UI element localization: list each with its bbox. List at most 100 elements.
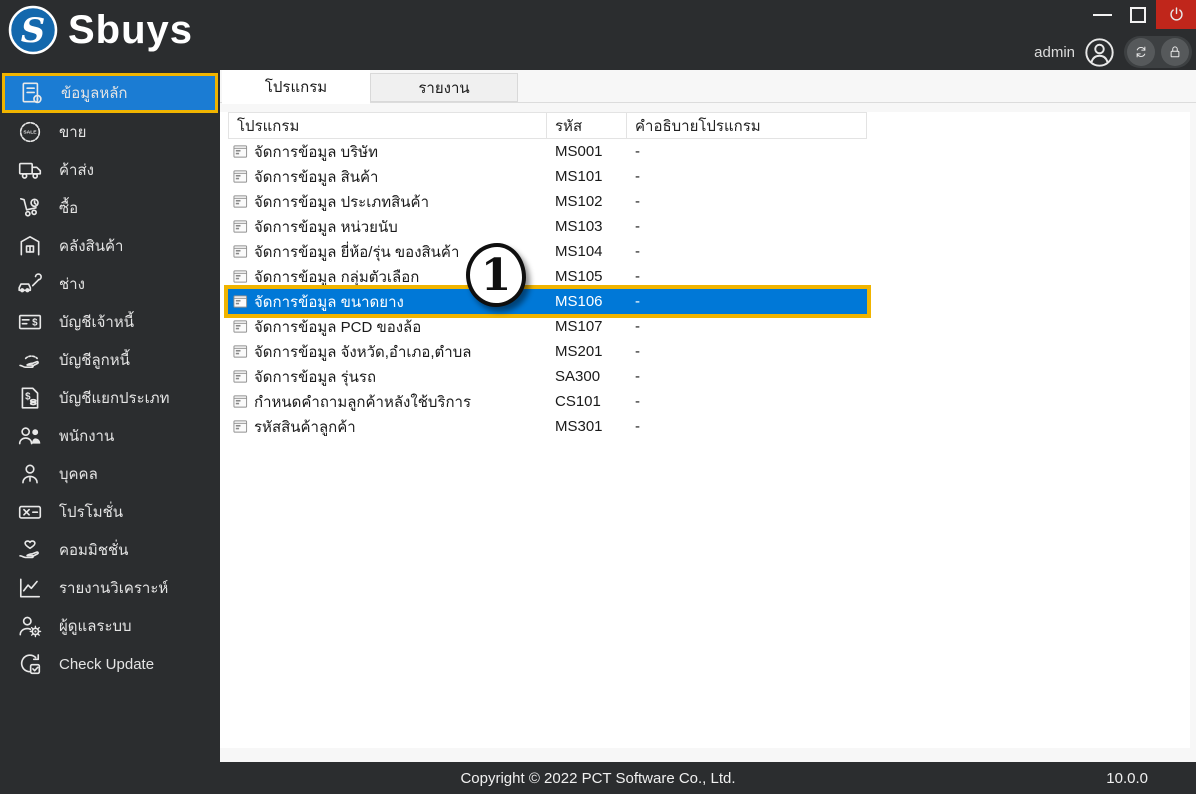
tab[interactable]: โปรแกรม — [222, 70, 370, 104]
power-button[interactable] — [1156, 0, 1196, 29]
table-row[interactable]: รหัสสินค้าลูกค้า MS301 - — [228, 414, 867, 439]
program-name: จัดการข้อมูล ยี่ห้อ/รุ่น ของสินค้า — [254, 243, 460, 261]
sidebar-item[interactable]: ผู้ดูแลระบบ — [0, 607, 220, 645]
sidebar-item-label: คอมมิชชั่น — [59, 542, 129, 559]
receivable-hand-icon — [17, 347, 43, 373]
session-buttons — [1124, 36, 1192, 68]
program-code-cell: MS106 — [547, 289, 627, 314]
tab-label: รายงาน — [418, 79, 470, 97]
table-row[interactable]: จัดการข้อมูล หน่วยนับ MS103 - — [228, 214, 867, 239]
program-desc-cell: - — [627, 139, 867, 164]
lock-button[interactable] — [1161, 38, 1189, 66]
program-name: จัดการข้อมูล ขนาดยาง — [254, 293, 404, 311]
program-doc-icon — [233, 294, 248, 309]
table-row[interactable]: จัดการข้อมูล จังหวัด,อำเภอ,ตำบล MS201 - — [228, 339, 867, 364]
promotion-ticket-icon — [17, 499, 43, 525]
program-desc-cell: - — [627, 214, 867, 239]
refresh-icon — [1133, 44, 1149, 60]
maximize-button[interactable] — [1120, 0, 1156, 30]
sidebar-item-label: ขาย — [59, 124, 87, 141]
program-code-cell: MS104 — [547, 239, 627, 264]
sidebar-item[interactable]: Check Update — [0, 645, 220, 683]
program-doc-icon — [233, 419, 248, 434]
sidebar: ข้อมูลหลัก ขาย ค้าส่ง ซื้อ คลังสินค้า ช่… — [0, 70, 220, 762]
program-code-cell: MS105 — [547, 264, 627, 289]
program-name-cell: จัดการข้อมูล PCD ของล้อ — [228, 314, 547, 339]
program-code-cell: MS107 — [547, 314, 627, 339]
table-row[interactable]: จัดการข้อมูล สินค้า MS101 - — [228, 164, 867, 189]
tab[interactable]: รายงาน — [370, 73, 518, 102]
program-desc-cell: - — [627, 264, 867, 289]
commission-hand-heart-icon — [17, 537, 43, 563]
table-row[interactable]: จัดการข้อมูล รุ่นรถ SA300 - — [228, 364, 867, 389]
program-name-cell: จัดการข้อมูล รุ่นรถ — [228, 364, 547, 389]
program-name-cell: จัดการข้อมูล ประเภทสินค้า — [228, 189, 547, 214]
maximize-icon — [1130, 7, 1146, 23]
minimize-button[interactable] — [1084, 0, 1120, 30]
sidebar-item[interactable]: คอมมิชชั่น — [0, 531, 220, 569]
copyright-text: Copyright © 2022 PCT Software Co., Ltd. — [460, 769, 736, 787]
sidebar-item[interactable]: บัญชีแยกประเภท — [0, 379, 220, 417]
table-row[interactable]: จัดการข้อมูล ยี่ห้อ/รุ่น ของสินค้า MS104… — [228, 239, 867, 264]
sidebar-item-label: ค้าส่ง — [59, 162, 94, 179]
program-code-cell: MS102 — [547, 189, 627, 214]
sidebar-item[interactable]: คลังสินค้า — [0, 227, 220, 265]
sidebar-item[interactable]: ช่าง — [0, 265, 220, 303]
refresh-button[interactable] — [1127, 38, 1155, 66]
program-desc: - — [635, 393, 640, 410]
program-desc: - — [635, 243, 640, 260]
user-avatar-button[interactable] — [1084, 37, 1115, 68]
program-doc-icon — [233, 369, 248, 384]
sidebar-item[interactable]: ข้อมูลหลัก — [2, 73, 218, 113]
sidebar-item[interactable]: ขาย — [0, 113, 220, 151]
program-name-cell: จัดการข้อมูล สินค้า — [228, 164, 547, 189]
table-row[interactable]: จัดการข้อมูล ขนาดยาง MS106 - — [224, 285, 871, 318]
ledger-doc-icon — [17, 385, 43, 411]
sidebar-item-label: ข้อมูลหลัก — [61, 85, 128, 102]
sidebar-item[interactable]: รายงานวิเคราะห์ — [0, 569, 220, 607]
sidebar-item[interactable]: ซื้อ — [0, 189, 220, 227]
table-row[interactable]: จัดการข้อมูล กลุ่มตัวเลือก MS105 - — [228, 264, 867, 289]
program-doc-icon — [233, 344, 248, 359]
sidebar-item[interactable]: ค้าส่ง — [0, 151, 220, 189]
table-row[interactable]: กำหนดคำถามลูกค้าหลังใช้บริการ CS101 - — [228, 389, 867, 414]
program-desc-cell: - — [627, 339, 867, 364]
program-name: จัดการข้อมูล จังหวัด,อำเภอ,ตำบล — [254, 343, 472, 361]
sidebar-item-label: พนักงาน — [59, 428, 115, 445]
program-name-cell: กำหนดคำถามลูกค้าหลังใช้บริการ — [228, 389, 547, 414]
minimize-icon — [1092, 14, 1112, 16]
program-desc: - — [635, 193, 640, 210]
program-code: MS103 — [555, 218, 603, 235]
titlebar: Sbuys admin — [0, 0, 1196, 70]
sidebar-item[interactable]: พนักงาน — [0, 417, 220, 455]
program-list-panel: โปรแกรม รหัส คำอธิบายโปรแกรม จัดการข้อมู… — [220, 112, 1190, 748]
program-code: MS001 — [555, 143, 603, 160]
delivery-truck-icon — [17, 157, 43, 183]
program-doc-icon — [233, 144, 248, 159]
sidebar-item[interactable]: บัญชีลูกหนี้ — [0, 341, 220, 379]
sidebar-item-label: บัญชีเจ้าหนี้ — [59, 314, 134, 331]
program-code: MS107 — [555, 318, 603, 335]
sidebar-item-label: Check Update — [59, 655, 155, 673]
table-row[interactable]: จัดการข้อมูล บริษัท MS001 - — [228, 139, 867, 164]
sidebar-item-label: ผู้ดูแลระบบ — [59, 618, 132, 635]
program-name: จัดการข้อมูล บริษัท — [254, 143, 378, 161]
sidebar-item[interactable]: บุคคล — [0, 455, 220, 493]
program-desc: - — [635, 293, 640, 310]
program-desc: - — [635, 218, 640, 235]
sidebar-item-label: รายงานวิเคราะห์ — [59, 580, 169, 597]
program-code: CS101 — [555, 393, 601, 410]
sidebar-item[interactable]: บัญชีเจ้าหนี้ — [0, 303, 220, 341]
program-desc-cell: - — [627, 414, 867, 439]
program-code-cell: MS103 — [547, 214, 627, 239]
sidebar-item-label: บุคคล — [59, 466, 98, 483]
program-desc-cell: - — [627, 189, 867, 214]
column-header-description: คำอธิบายโปรแกรม — [627, 113, 867, 138]
table-row[interactable]: จัดการข้อมูล PCD ของล้อ MS107 - — [228, 314, 867, 339]
tab-label: โปรแกรม — [264, 79, 328, 96]
app-logo-text: Sbuys — [68, 8, 194, 52]
sidebar-item-label: คลังสินค้า — [59, 238, 124, 255]
program-desc-cell: - — [627, 389, 867, 414]
sidebar-item[interactable]: โปรโมชั่น — [0, 493, 220, 531]
table-row[interactable]: จัดการข้อมูล ประเภทสินค้า MS102 - — [228, 189, 867, 214]
